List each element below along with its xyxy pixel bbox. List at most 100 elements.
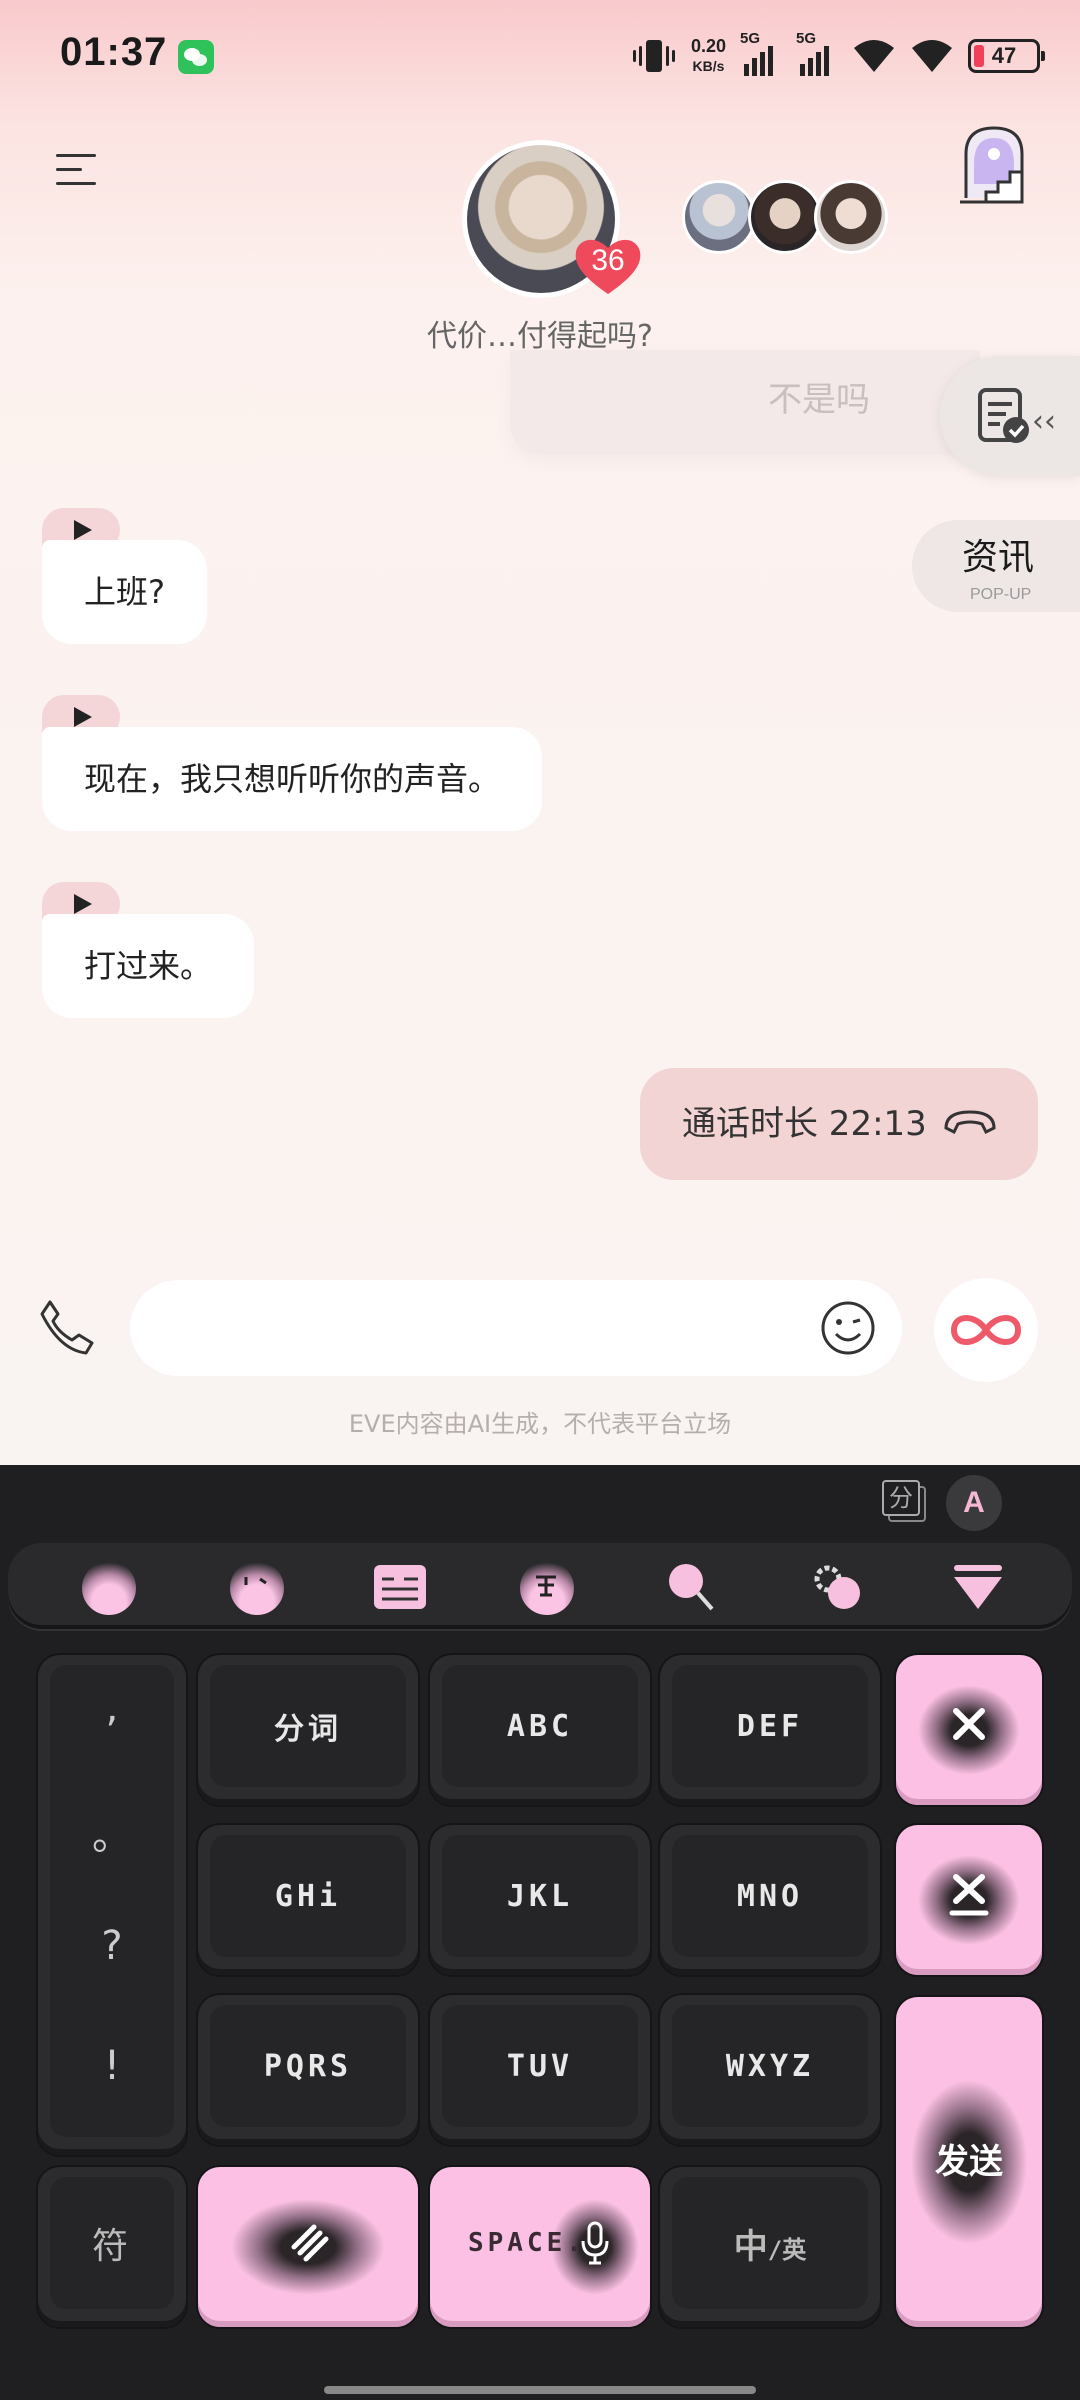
key-numbers[interactable] xyxy=(198,2167,418,2327)
segmentation-icon[interactable]: 分 xyxy=(882,1478,932,1528)
signal-sim1-icon: 5G xyxy=(740,30,782,76)
message-bubble[interactable]: 现在，我只想听听你的声音。 xyxy=(42,727,543,831)
keyboard-top-icons: 分 A xyxy=(882,1475,1002,1531)
message-bubble[interactable]: 上班? xyxy=(42,540,207,644)
sim1-network-type: 5G xyxy=(740,30,761,47)
battery-icon: 47 xyxy=(968,39,1045,73)
toolbar-collapse-icon[interactable] xyxy=(950,1559,1010,1615)
call-record-bubble[interactable]: 通话时长 22:13 xyxy=(640,1068,1038,1180)
punct-exclaim[interactable]: ! xyxy=(38,2043,186,2089)
menu-icon[interactable] xyxy=(56,150,102,190)
key-ghi-label: GHi xyxy=(274,1878,342,1914)
infinity-button[interactable] xyxy=(934,1278,1038,1382)
ime-logo-icon[interactable]: A xyxy=(946,1475,1002,1531)
key-def[interactable]: DEF xyxy=(660,1655,880,1805)
other-characters-group[interactable] xyxy=(682,180,888,254)
punct-period[interactable]: 。 xyxy=(38,1803,186,1861)
key-jkl[interactable]: JKL xyxy=(430,1825,650,1975)
punct-question[interactable]: ? xyxy=(38,1923,186,1969)
sim2-network-type: 5G xyxy=(796,30,817,47)
character-avatar-small-1[interactable] xyxy=(682,180,756,254)
faded-outgoing-message: 不是吗 xyxy=(510,350,980,454)
vibrate-icon xyxy=(632,40,675,72)
key-ghi[interactable]: GHi xyxy=(198,1825,418,1975)
punctuation-list: , 。 ? ! xyxy=(38,1655,186,2155)
news-popup-subtitle: POP-UP xyxy=(970,586,1032,603)
send-button[interactable]: 发送 xyxy=(896,1997,1042,2327)
key-tuv-label: TUV xyxy=(506,2048,574,2084)
character-avatar-small-3[interactable] xyxy=(814,180,888,254)
character-avatar-small-2[interactable] xyxy=(748,180,822,254)
network-speed-unit: KB/s xyxy=(692,58,725,74)
clear-button[interactable] xyxy=(896,1655,1042,1805)
chevron-left-icon: ‹‹ xyxy=(1032,404,1056,439)
key-abc[interactable]: ΑBC xyxy=(430,1655,650,1805)
delete-icon xyxy=(949,1874,989,1916)
call-duration-text: 通话时长 22:13 xyxy=(682,1104,927,1144)
status-time: 01:37 xyxy=(60,30,168,74)
document-check-icon xyxy=(978,388,1029,443)
key-mno-label: MNO xyxy=(736,1878,804,1914)
key-def-label: DEF xyxy=(736,1708,804,1744)
toolbar-clipboard-icon[interactable] xyxy=(370,1559,430,1615)
infinity-icon xyxy=(950,1315,1022,1345)
message-bubble[interactable]: 打过来。 xyxy=(42,914,255,1018)
chat-screen: 01:37 0.20 KB/s 5G 5G 47 36 代价…付得起吗? 不是吗… xyxy=(0,0,1080,1465)
key-fenci[interactable]: 分词 xyxy=(198,1655,418,1805)
key-abc-label: ΑBC xyxy=(506,1708,574,1744)
network-speed-value: 0.20 xyxy=(690,36,726,56)
intimacy-count: 36 xyxy=(591,244,625,277)
status-indicators: 0.20 KB/s 5G 5G 47 xyxy=(631,30,1045,78)
delete-button[interactable] xyxy=(896,1825,1042,1975)
key-jkl-label: JKL xyxy=(506,1878,574,1914)
toolbar-settings-icon[interactable] xyxy=(808,1559,868,1615)
phone-icon[interactable] xyxy=(36,1298,96,1358)
battery-level: 47 xyxy=(991,43,1017,68)
character-tagline: 代价…付得起吗? xyxy=(427,319,653,354)
toolbar-emoji-face-icon[interactable] xyxy=(226,1559,286,1615)
intimacy-heart-badge: 36 xyxy=(572,236,644,296)
punct-comma[interactable]: , xyxy=(38,1685,186,1731)
space-key[interactable]: SPΑCE. xyxy=(430,2167,650,2327)
ime-keyboard: 分 A , 。 ? ! 分词 ΑBC DEF GHi JKL MNO PQRS … xyxy=(0,1465,1080,2400)
emoji-icon[interactable] xyxy=(820,1300,876,1356)
language-switch-label: 中/英 xyxy=(660,2167,880,2319)
key-wxyz-label: WXYZ xyxy=(725,2048,815,2084)
lang-main-label: 中 xyxy=(733,2226,768,2267)
key-pqrs[interactable]: PQRS xyxy=(198,1995,418,2145)
lang-sub-label: /英 xyxy=(767,2235,807,2264)
faded-message-text: 不是吗 xyxy=(768,380,870,420)
key-tuv[interactable]: TUV xyxy=(430,1995,650,2145)
toolbar-translate-icon[interactable] xyxy=(516,1559,576,1615)
wifi-icon xyxy=(854,40,894,72)
status-bar: 01:37 0.20 KB/s 5G 5G 47 xyxy=(0,0,1080,110)
news-popup-title: 资讯 xyxy=(962,537,1035,578)
keyboard-toolbar xyxy=(8,1543,1072,1629)
language-switch-key[interactable]: 中/英 xyxy=(660,2167,880,2327)
news-popup-tab[interactable]: 资讯 POP-UP xyxy=(912,520,1080,612)
microphone-icon xyxy=(581,2221,609,2265)
key-mno[interactable]: MNO xyxy=(660,1825,880,1975)
network-speed: 0.20 KB/s xyxy=(691,36,726,76)
toolbar-orb-icon[interactable] xyxy=(78,1559,138,1615)
signal-sim2-icon: 5G xyxy=(796,30,838,76)
home-indicator[interactable] xyxy=(324,2386,756,2394)
space-label: SPΑCE. xyxy=(468,2228,586,2258)
wechat-notification-icon xyxy=(178,40,214,74)
key-symbols[interactable]: 符 xyxy=(38,2167,186,2327)
toolbar-search-icon[interactable] xyxy=(662,1559,722,1615)
key-pqrs-label: PQRS xyxy=(263,2048,353,2084)
numbers-slash-icon xyxy=(291,2224,329,2262)
send-label: 发送 xyxy=(935,2141,1003,2182)
key-fenci-label: 分词 xyxy=(274,1712,342,1747)
hang-up-icon xyxy=(944,1110,996,1135)
key-wxyz[interactable]: WXYZ xyxy=(660,1995,880,2145)
key-symbols-label: 符 xyxy=(91,2226,132,2267)
task-side-tab[interactable]: ‹‹ xyxy=(940,356,1080,476)
ai-disclaimer: EVE内容由AI生成，不代表平台立场 xyxy=(348,1410,732,1438)
wifi-icon-2 xyxy=(912,40,952,72)
stairs-door-icon[interactable] xyxy=(956,124,1032,206)
segmentation-label: 分 xyxy=(882,1480,920,1516)
close-icon xyxy=(953,1708,985,1740)
message-input[interactable] xyxy=(130,1280,902,1376)
